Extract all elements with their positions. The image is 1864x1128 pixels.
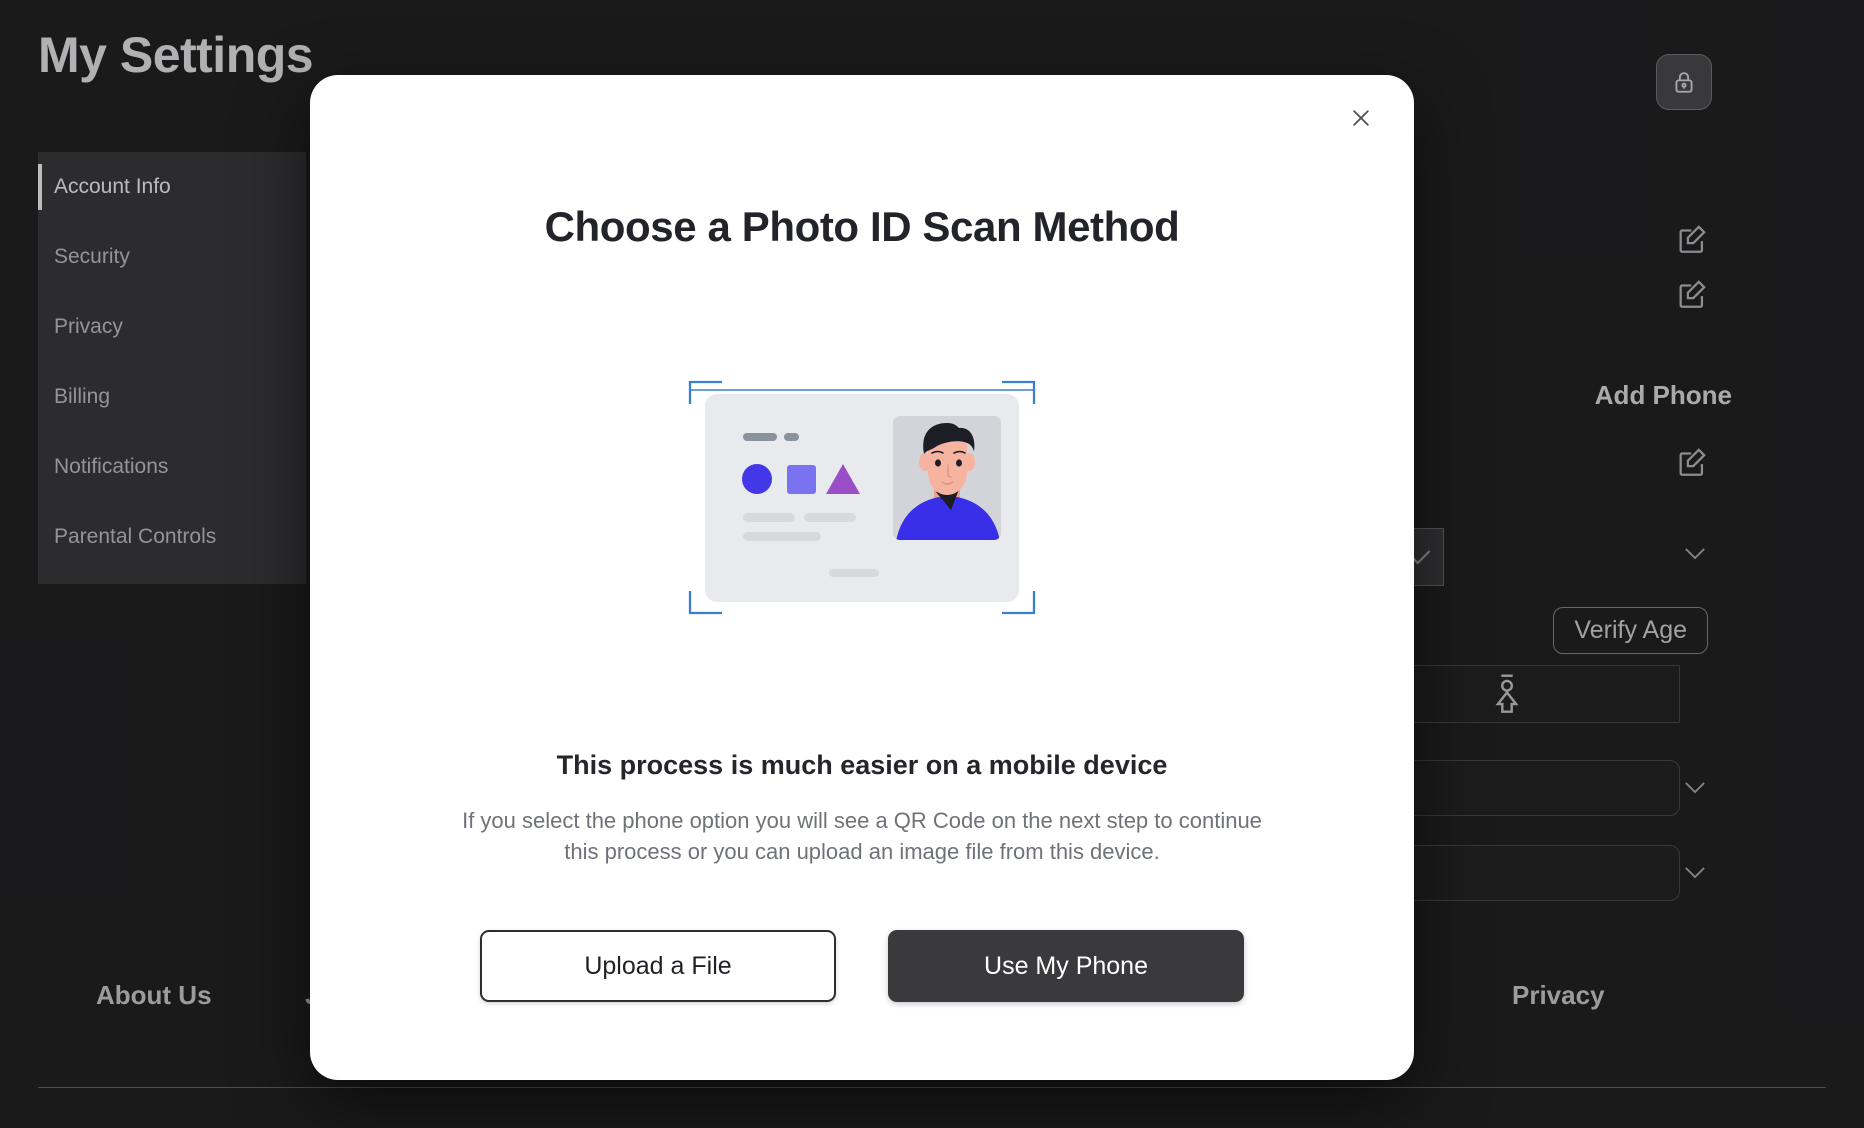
modal-subheading: This process is much easier on a mobile … [556, 750, 1168, 780]
tag-bar [784, 433, 799, 441]
placeholder-bar [743, 513, 795, 522]
placeholder-bar [743, 532, 821, 541]
photo-id-scan-modal: Choose a Photo ID Scan Method This proce… [310, 75, 1414, 1080]
shape-circle [742, 464, 772, 494]
tag-bar [743, 433, 777, 441]
modal-body-text: If you select the phone option you will … [462, 808, 1262, 865]
placeholder-bar [829, 569, 879, 577]
close-icon [1353, 110, 1369, 126]
photo-id-card-illustration [688, 380, 1036, 615]
modal-actions: Upload a File Use My Phone [310, 930, 1414, 1002]
placeholder-bar [804, 513, 856, 522]
id-photo [893, 416, 1001, 540]
upload-a-file-button[interactable]: Upload a File [480, 930, 836, 1002]
modal-title: Choose a Photo ID Scan Method [544, 203, 1180, 250]
app-root: My Settings Account Info Security Privac… [0, 0, 1864, 1128]
close-button[interactable] [1340, 97, 1382, 139]
use-my-phone-button[interactable]: Use My Phone [888, 930, 1244, 1002]
shape-square [787, 465, 816, 494]
